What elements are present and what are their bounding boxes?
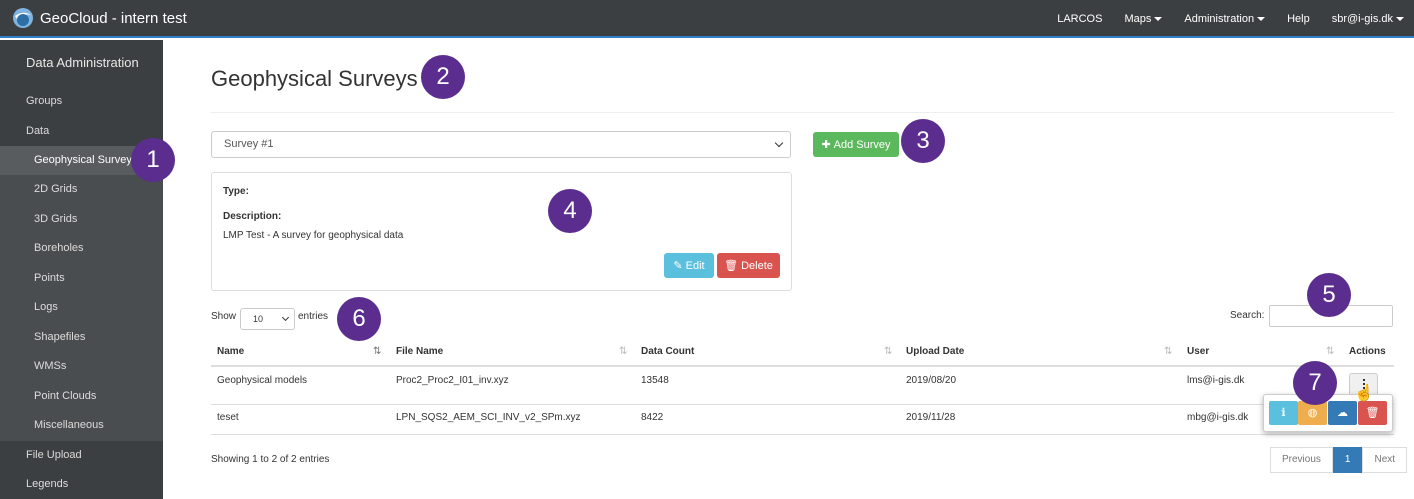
add-survey-button[interactable]: ✚ Add Survey [813,132,899,157]
column-header-file-name[interactable]: File Name [396,346,443,357]
column-header-actions: Actions [1349,346,1386,357]
pagination-page-1[interactable]: 1 [1332,447,1363,473]
chevron-down-icon [774,138,784,148]
plus-icon: ✚ [821,139,831,151]
hand-cursor-icon: ☝ [1354,385,1374,402]
top-navbar: GeoCloud - intern test LARCOS Maps Admin… [0,0,1414,38]
page-size-value: 10 [253,314,264,324]
sidebar-item-legends[interactable]: Legends [0,470,163,499]
sort-icon: ⇅ [1164,346,1173,357]
sidebar-item-wmss[interactable]: WMSs [0,352,163,381]
sidebar-item-file-upload[interactable]: File Upload [0,441,163,470]
cell-upload-date: 2019/08/20 [906,375,957,386]
globe-icon: ◍ [1307,407,1318,419]
caret-down-icon [1257,17,1266,22]
pagination-previous[interactable]: Previous [1270,447,1333,473]
sidebar-item-boreholes[interactable]: Boreholes [0,234,163,263]
table-info: Showing 1 to 2 of 2 entries [211,454,330,465]
sidebar-item-shapefiles[interactable]: Shapefiles [0,323,163,352]
nav-help[interactable]: Help [1287,13,1310,25]
survey-select-value: Survey #1 [224,138,274,150]
sidebar-item-groups[interactable]: Groups [0,87,163,116]
nav-administration[interactable]: Administration [1184,13,1266,25]
row-divider [211,404,1394,405]
ellipsis-vertical-icon [1363,379,1365,381]
description-label: Description: [223,211,282,222]
column-header-upload-date[interactable]: Upload Date [906,346,964,357]
sidebar-item-point-clouds[interactable]: Point Clouds [0,382,163,411]
annotation-badge: 2 [421,55,465,99]
trash-icon: 🗑 [1365,407,1380,419]
sort-asc-icon: ⇅ [373,346,382,357]
page-size-select[interactable]: 10 [240,308,295,330]
nav-administration-label: Administration [1184,13,1255,25]
delete-button[interactable]: 🗑 Delete [717,253,780,278]
cell-data-count: 8422 [641,412,664,423]
sidebar-item-3d-grids[interactable]: 3D Grids [0,205,163,234]
cell-data-count: 13548 [641,375,669,386]
divider [211,112,1394,113]
app-title: GeoCloud - intern test [40,9,187,27]
annotation-badge: 5 [1307,273,1351,317]
page-title: Geophysical Surveys [211,66,418,91]
annotation-badge: 7 [1293,361,1337,405]
brand[interactable]: GeoCloud - intern test [12,7,187,29]
nav-maps-label: Maps [1124,13,1152,25]
cell-file-name: LPN_SQS2_AEM_SCI_INV_v2_SPm.xyz [396,412,581,423]
caret-down-icon [1396,17,1404,22]
sidebar: Data Administration Groups Data Geophysi… [0,40,163,499]
annotation-badge: 3 [901,119,945,163]
survey-select[interactable]: Survey #1 [211,131,791,158]
cell-user: mbg@i-gis.dk [1187,412,1249,423]
column-header-user[interactable]: User [1187,346,1209,357]
sidebar-item-2d-grids[interactable]: 2D Grids [0,175,163,204]
info-icon: ℹ [1281,407,1286,419]
sidebar-title: Data Administration [26,55,139,70]
download-button[interactable]: ☁ [1328,401,1357,425]
annotation-badge: 4 [548,189,592,233]
pagination-next[interactable]: Next [1362,447,1408,473]
pagination: Previous 1 Next [1270,447,1408,473]
info-button[interactable]: ℹ [1269,401,1298,425]
cell-upload-date: 2019/11/28 [906,412,956,423]
search-label: Search: [1230,310,1265,321]
column-header-name[interactable]: Name [217,346,244,357]
sidebar-item-miscellaneous[interactable]: Miscellaneous [0,411,163,440]
type-label: Type: [223,186,249,197]
description-text: LMP Test - A survey for geophysical data [223,230,404,241]
annotation-badge: 1 [131,138,175,182]
sidebar-item-logs[interactable]: Logs [0,293,163,322]
chevron-down-icon [281,313,290,322]
edit-button[interactable]: ✎ Edit [664,253,714,278]
add-survey-label: Add Survey [833,138,891,151]
edit-icon: ✎ [673,260,683,272]
nav-larcos[interactable]: LARCOS [1057,13,1102,25]
column-header-data-count[interactable]: Data Count [641,346,694,357]
nav-user[interactable]: sbr@i-gis.dk [1332,13,1404,25]
cell-name: Geophysical models [217,375,308,386]
cell-name: teset [217,412,239,423]
caret-down-icon [1154,17,1163,22]
cell-user: lms@i-gis.dk [1187,375,1245,386]
sort-icon: ⇅ [619,346,628,357]
cell-file-name: Proc2_Proc2_I01_inv.xyz [396,375,509,386]
row-delete-button[interactable]: 🗑 [1358,401,1387,425]
sidebar-item-points[interactable]: Points [0,264,163,293]
nav-user-label: sbr@i-gis.dk [1331,13,1393,25]
edit-label: Edit [685,259,705,272]
table-header-divider [211,365,1394,367]
nav-links: LARCOS Maps Administration Help sbr@i-gi… [1035,0,1404,38]
entries-label: entries [298,311,329,322]
sort-icon: ⇅ [1326,346,1335,357]
show-label: Show [211,311,237,322]
trash-icon: 🗑 [724,260,739,272]
annotation-badge: 6 [337,297,381,341]
nav-maps[interactable]: Maps [1124,13,1163,25]
cloud-download-icon: ☁ [1337,407,1348,419]
delete-label: Delete [741,259,773,272]
row-divider [211,434,1394,435]
geocloud-logo-icon [13,8,33,28]
sort-icon: ⇅ [884,346,893,357]
